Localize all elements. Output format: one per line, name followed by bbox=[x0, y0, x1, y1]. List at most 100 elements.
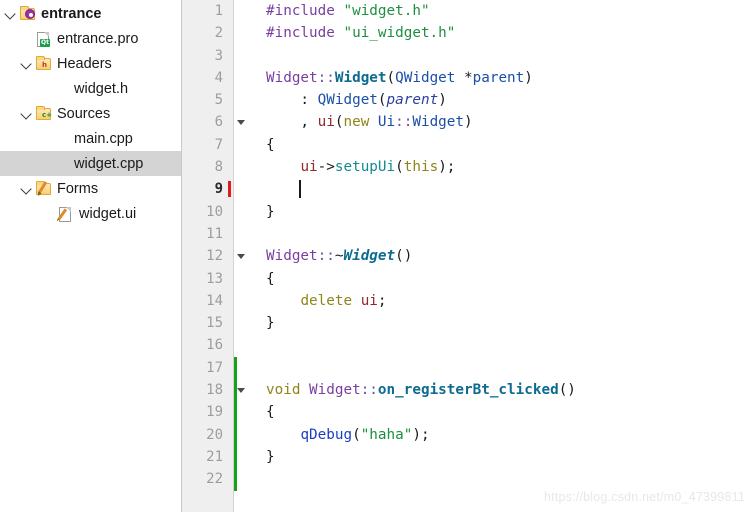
fold-slot bbox=[234, 156, 252, 178]
tree-item-entrance[interactable]: entrance bbox=[0, 1, 181, 26]
code-line-2[interactable]: #include "ui_widget.h" bbox=[252, 22, 751, 44]
tree-item-sources[interactable]: c+ Sources bbox=[0, 101, 181, 126]
fold-slot bbox=[234, 201, 252, 223]
code-line-21[interactable]: } bbox=[252, 446, 751, 468]
fold-slot bbox=[234, 45, 252, 67]
change-bar-line19 bbox=[234, 401, 252, 424]
ui-file-icon bbox=[56, 205, 75, 223]
line-number: 6 bbox=[214, 114, 223, 131]
tree-item-headers[interactable]: h Headers bbox=[0, 51, 181, 76]
fold-slot bbox=[234, 268, 252, 290]
change-bar-line21 bbox=[234, 445, 252, 469]
line-number: 11 bbox=[206, 225, 223, 242]
fold-slot bbox=[234, 178, 252, 200]
code-line-5[interactable]: : QWidget(parent) bbox=[252, 89, 751, 111]
fold-slot bbox=[234, 290, 252, 312]
line-number: 8 bbox=[214, 159, 223, 176]
tree-item-label: widget.ui bbox=[79, 205, 137, 222]
project-tree-panel[interactable]: entrance Qt entrance.pro h Headers widge… bbox=[0, 0, 182, 512]
line-number: 3 bbox=[214, 47, 223, 64]
change-bar-icon bbox=[234, 423, 237, 446]
code-line-14[interactable]: delete ui; bbox=[252, 290, 751, 312]
fold-slot bbox=[234, 223, 252, 245]
fold-slot bbox=[234, 334, 252, 356]
tree-item-widget-ui[interactable]: widget.ui bbox=[0, 201, 181, 226]
forms-folder-icon bbox=[34, 180, 53, 198]
fold-slot bbox=[234, 67, 252, 89]
change-bar-line17 bbox=[234, 356, 252, 380]
chevron-down-icon[interactable] bbox=[4, 7, 18, 21]
tree-item-widget-cpp[interactable]: widget.cpp bbox=[0, 151, 181, 176]
tree-item-main-cpp[interactable]: main.cpp bbox=[0, 126, 181, 151]
tree-item-forms[interactable]: Forms bbox=[0, 176, 181, 201]
code-line-15[interactable]: } bbox=[252, 312, 751, 334]
change-bar-icon bbox=[234, 401, 237, 424]
fold-marker-line12[interactable] bbox=[234, 245, 252, 267]
code-line-9[interactable] bbox=[252, 178, 751, 200]
line-number: 2 bbox=[214, 25, 223, 42]
line-number: 16 bbox=[206, 337, 223, 354]
fold-marker-column[interactable] bbox=[234, 0, 252, 512]
code-line-6[interactable]: , ui(new Ui::Widget) bbox=[252, 111, 751, 133]
line-number-gutter: 1 2 3 4 5 6 7 8 9 10 11 12 13 14 15 16 1… bbox=[182, 0, 234, 512]
triangle-down-icon[interactable] bbox=[237, 254, 245, 260]
code-line-13[interactable]: { bbox=[252, 268, 751, 290]
line-number: 1 bbox=[214, 3, 223, 19]
tree-item-label: widget.h bbox=[74, 80, 129, 97]
code-line-17[interactable] bbox=[252, 357, 751, 379]
line-number: 14 bbox=[206, 292, 223, 309]
code-line-20[interactable]: qDebug("haha"); bbox=[252, 424, 751, 446]
sources-folder-icon: c+ bbox=[34, 105, 53, 123]
qt-creator-window: entrance Qt entrance.pro h Headers widge… bbox=[0, 0, 751, 512]
line-number: 18 bbox=[206, 382, 223, 399]
cursor-marker-icon bbox=[228, 181, 231, 198]
code-editor[interactable]: 1 2 3 4 5 6 7 8 9 10 11 12 13 14 15 16 1… bbox=[182, 0, 751, 512]
code-line-18[interactable]: void Widget::on_registerBt_clicked() bbox=[252, 379, 751, 401]
chevron-down-icon[interactable] bbox=[20, 57, 34, 71]
fold-slot bbox=[234, 0, 252, 22]
fold-marker-line6[interactable] bbox=[234, 111, 252, 133]
triangle-down-icon[interactable] bbox=[237, 388, 245, 394]
line-number-text: 9 bbox=[214, 181, 223, 198]
line-number: 5 bbox=[214, 92, 223, 109]
change-bar-icon bbox=[234, 468, 237, 491]
qt-pro-file-icon: Qt bbox=[34, 30, 53, 48]
line-number: 17 bbox=[206, 359, 223, 376]
code-text-area[interactable]: #include "widget.h" #include "ui_widget.… bbox=[252, 0, 751, 512]
code-line-11[interactable] bbox=[252, 223, 751, 245]
line-number: 12 bbox=[206, 248, 223, 265]
change-bar-icon bbox=[234, 445, 237, 469]
tree-item-widget-h[interactable]: widget.h bbox=[0, 76, 181, 101]
line-number: 13 bbox=[206, 270, 223, 287]
line-number: 21 bbox=[206, 448, 223, 465]
code-line-22[interactable] bbox=[252, 468, 751, 490]
tree-item-label: Sources bbox=[57, 105, 111, 122]
line-number: 22 bbox=[206, 471, 223, 488]
fold-slot bbox=[234, 89, 252, 111]
triangle-down-icon[interactable] bbox=[237, 120, 245, 126]
code-line-10[interactable]: } bbox=[252, 201, 751, 223]
chevron-down-icon[interactable] bbox=[20, 107, 34, 121]
code-line-1[interactable]: #include "widget.h" bbox=[252, 0, 751, 22]
fold-slot bbox=[234, 22, 252, 44]
line-number: 10 bbox=[206, 203, 223, 220]
code-line-8[interactable]: ui->setupUi(this); bbox=[252, 156, 751, 178]
code-line-12[interactable]: Widget::~Widget() bbox=[252, 245, 751, 267]
tree-item-entrance-pro[interactable]: Qt entrance.pro bbox=[0, 26, 181, 51]
tree-item-label: entrance bbox=[41, 5, 102, 22]
qt-project-folder-icon bbox=[18, 5, 37, 23]
code-line-3[interactable] bbox=[252, 45, 751, 67]
code-line-16[interactable] bbox=[252, 334, 751, 356]
fold-slot bbox=[234, 312, 252, 334]
tree-item-label: main.cpp bbox=[74, 130, 133, 147]
fold-marker-line18[interactable] bbox=[234, 379, 252, 402]
line-number-current: 9 bbox=[182, 178, 233, 200]
chevron-down-icon[interactable] bbox=[20, 182, 34, 196]
tree-item-label: widget.cpp bbox=[74, 155, 144, 172]
code-line-19[interactable]: { bbox=[252, 401, 751, 423]
code-line-4[interactable]: Widget::Widget(QWidget *parent) bbox=[252, 67, 751, 89]
line-number: 15 bbox=[206, 315, 223, 332]
change-bar-line20 bbox=[234, 423, 252, 446]
code-line-7[interactable]: { bbox=[252, 134, 751, 156]
tree-item-label: entrance.pro bbox=[57, 30, 139, 47]
